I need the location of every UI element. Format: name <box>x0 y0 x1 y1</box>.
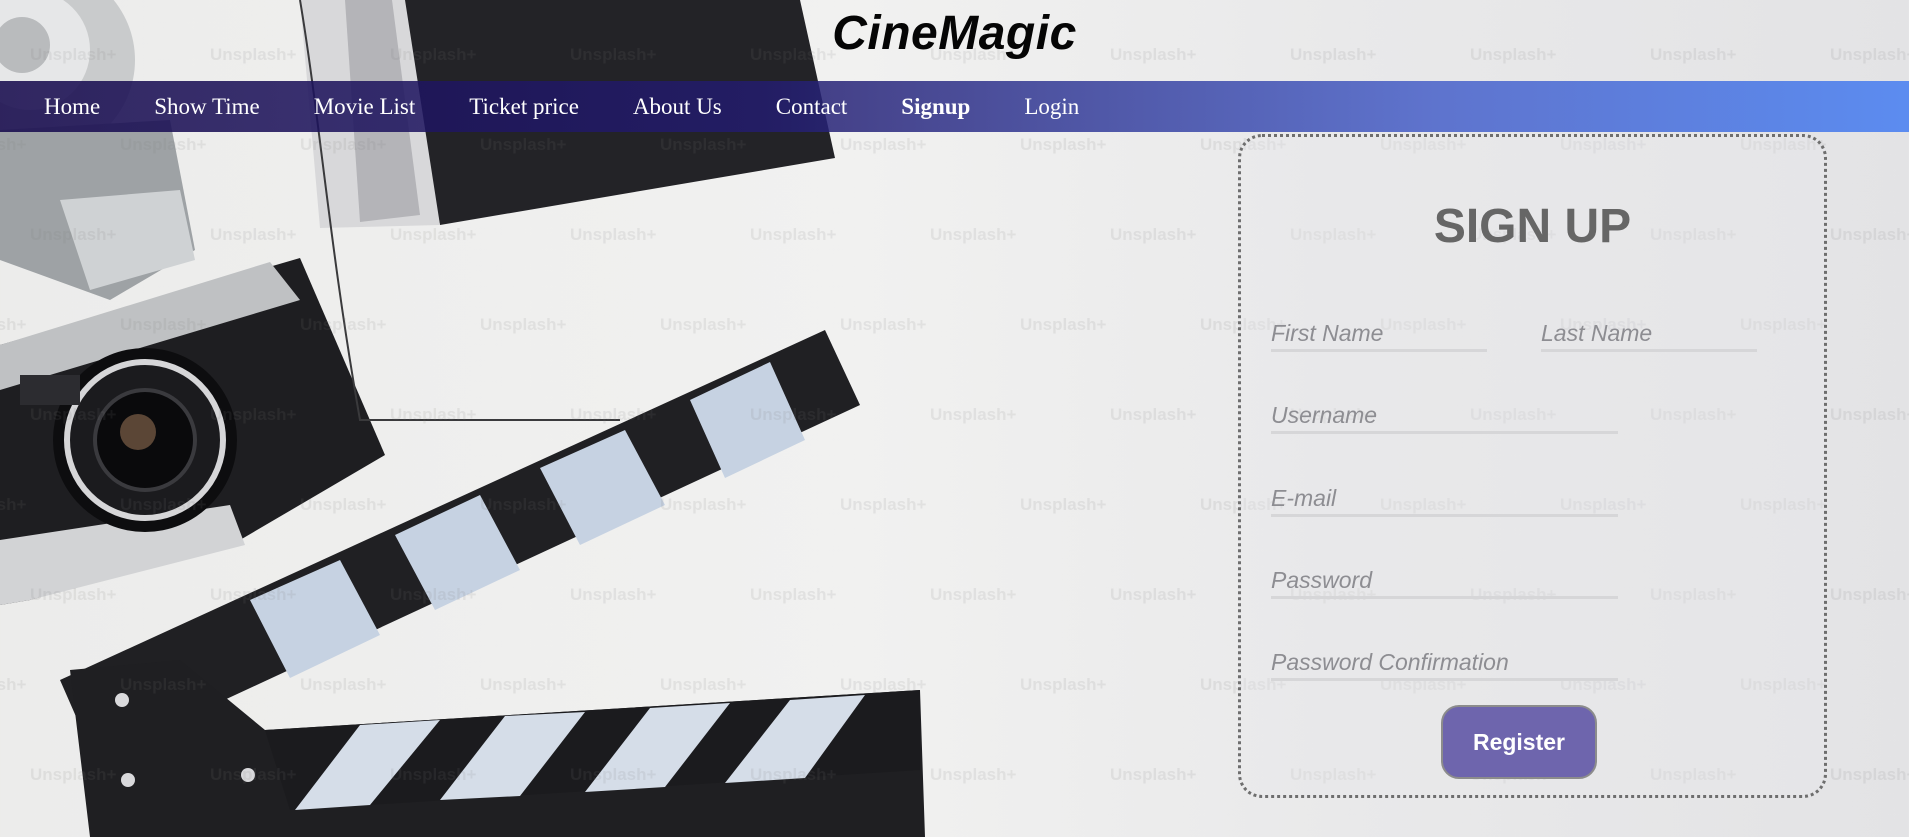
nav-item-contact[interactable]: Contact <box>776 94 848 120</box>
nav-item-home[interactable]: Home <box>44 94 100 120</box>
password-confirmation-input[interactable] <box>1271 647 1618 681</box>
nav-item-login[interactable]: Login <box>1024 94 1079 120</box>
clapper-body-image <box>70 660 925 837</box>
register-button[interactable]: Register <box>1441 705 1597 779</box>
password-input[interactable] <box>1271 565 1618 599</box>
main-navbar: Home Show Time Movie List Ticket price A… <box>0 81 1909 132</box>
nav-item-signup[interactable]: Signup <box>901 94 970 120</box>
site-title: CineMagic <box>832 7 1077 60</box>
camera-image <box>0 258 385 605</box>
signup-form: SIGN UP Register <box>1238 134 1827 798</box>
username-input[interactable] <box>1271 400 1618 434</box>
nav-item-about-us[interactable]: About Us <box>633 94 722 120</box>
first-name-input[interactable] <box>1271 318 1487 352</box>
nav-item-ticket-price[interactable]: Ticket price <box>469 94 579 120</box>
nav-item-movie-list[interactable]: Movie List <box>314 94 416 120</box>
last-name-input[interactable] <box>1541 318 1757 352</box>
signup-title: SIGN UP <box>1433 200 1632 253</box>
nav-item-show-time[interactable]: Show Time <box>154 94 259 120</box>
email-input[interactable] <box>1271 483 1618 517</box>
